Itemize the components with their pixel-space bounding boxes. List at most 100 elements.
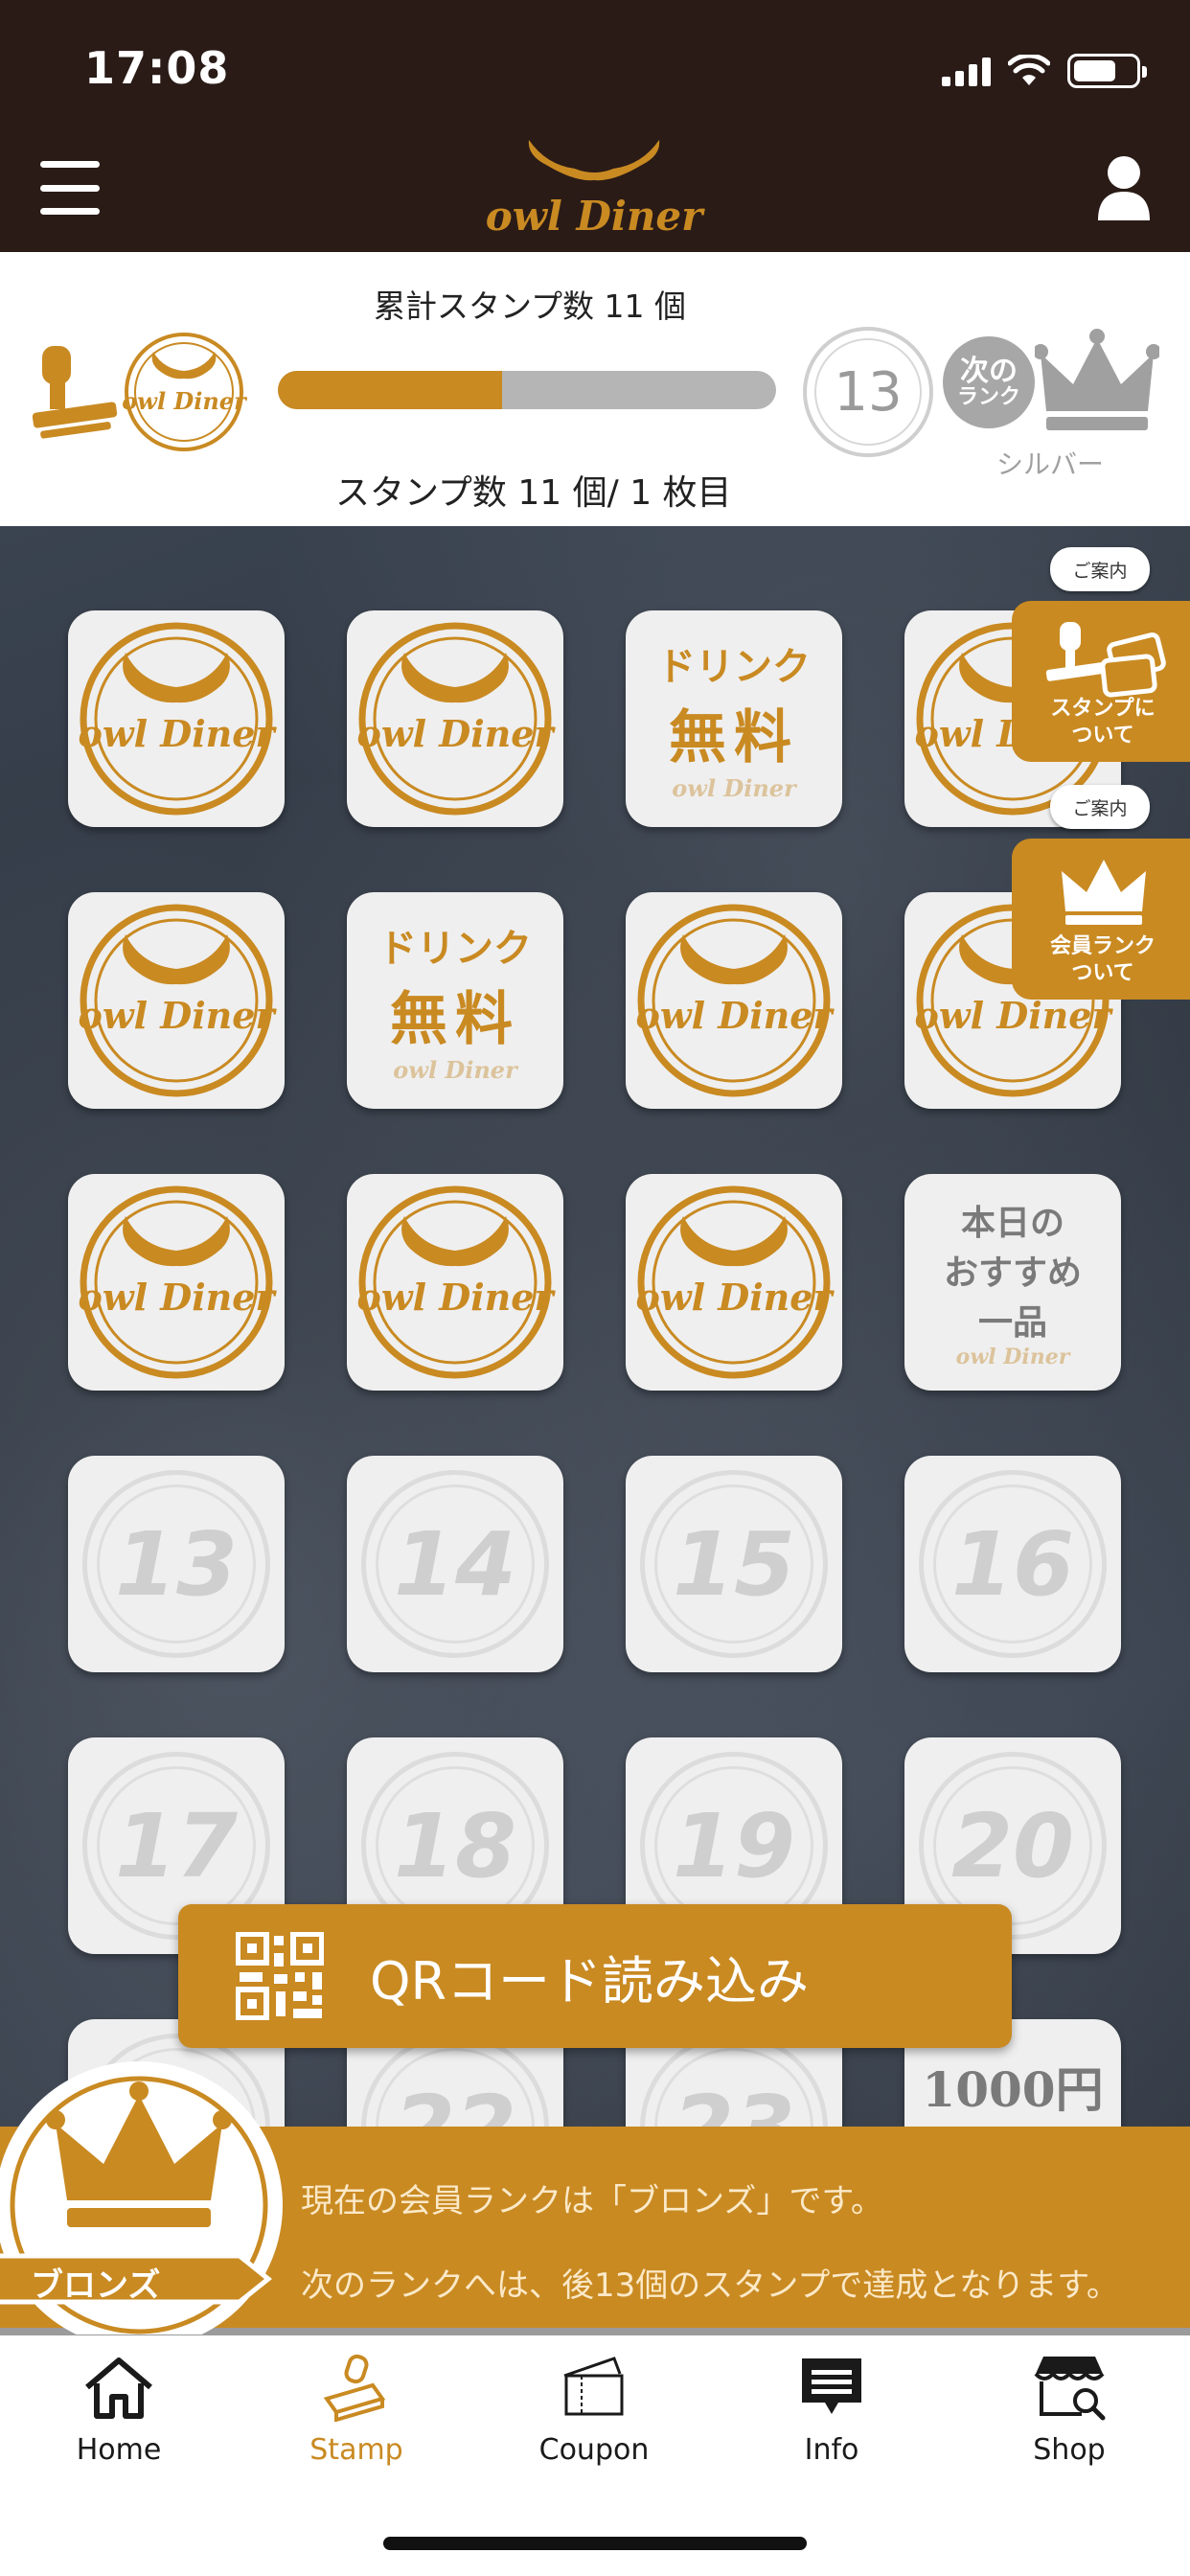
next-rank-stamp-count: 13 — [803, 327, 933, 457]
svg-text:owl Diner: owl Diner — [122, 387, 247, 415]
stamp-number: 15 — [672, 1512, 796, 1616]
svg-text:owl Diner: owl Diner — [79, 712, 277, 755]
stamp-slot: 16 — [904, 1456, 1121, 1672]
crown-icon — [1062, 860, 1146, 925]
rank-guide-label-line1: 会員ランク — [1049, 934, 1156, 958]
next-rank-badge: 次の ランク — [943, 336, 1035, 428]
stamp-guide-icon — [1045, 622, 1166, 698]
wifi-icon — [1008, 55, 1050, 85]
user-profile-icon[interactable] — [1096, 153, 1152, 222]
reward-line3: 一品 — [977, 1302, 1047, 1343]
next-rank-badge-line2: ランク — [956, 385, 1020, 410]
owl-diner-stamp-logo: owl Diner — [79, 1185, 277, 1379]
reward-stamp: 本日の おすすめ 一品 owl Diner — [904, 1174, 1121, 1391]
empty-stamp-number: 13 — [82, 1470, 270, 1658]
empty-stamp-number: 15 — [640, 1470, 828, 1658]
next-rank-count-value: 13 — [834, 360, 903, 424]
brand-logo: owl Diner — [122, 333, 247, 451]
tab-home[interactable]: Home — [33, 2353, 205, 2467]
rank-guide-label-line2: ついて — [1071, 960, 1134, 985]
next-rank-name: シルバー — [996, 448, 1105, 480]
owl-diner-stamp-logo: owl Diner — [357, 622, 556, 816]
next-rank-text: 次のランクへは、後13個のスタンプで達成となります。 — [301, 2266, 1119, 2305]
owl-diner-stamp-logo: owl Diner — [636, 1185, 835, 1379]
tab-coupon[interactable]: Coupon — [508, 2353, 680, 2467]
stamp-slot: 13 — [68, 1456, 285, 1672]
crown-icon — [1035, 329, 1159, 430]
reward-brand: owl Diner — [672, 774, 796, 802]
stamp-number: 17 — [114, 1794, 239, 1898]
rank-guide-button[interactable]: 会員ランク ついて — [1012, 839, 1190, 1000]
stamp-slot: owl Diner — [347, 610, 563, 827]
reward-brand: owl Diner — [955, 1345, 1070, 1369]
reward-line2: 無料 — [669, 704, 799, 771]
cellular-signal-icon — [942, 56, 991, 86]
stamp-summary-panel: 累計スタンプ数 11 個 owl Diner スタンプ数 11 個/ 1 枚目 … — [0, 252, 1190, 526]
reward-stamp: ドリンク 無料 owl Diner — [347, 892, 563, 1109]
stamp-guide-button[interactable]: スタンプに ついて — [1012, 601, 1190, 762]
guide-bubble: ご案内 — [1050, 785, 1150, 829]
stamp-number: 13 — [114, 1512, 239, 1616]
svg-text:owl Diner: owl Diner — [357, 1276, 556, 1319]
reward-line1: 本日の — [960, 1203, 1064, 1243]
status-icons — [942, 52, 1147, 90]
stamp-number: 14 — [393, 1512, 517, 1616]
qr-scan-button[interactable]: QRコード読み込み — [178, 1904, 1012, 2048]
stamp-count-label: スタンプ数 11 個/ 1 枚目 — [335, 473, 732, 513]
empty-stamp-number: 16 — [919, 1470, 1107, 1658]
app-header: 17:08 owl Diner — [0, 0, 1190, 252]
owl-diner-stamp-logo: owl Diner — [636, 904, 835, 1097]
info-icon — [802, 2358, 861, 2414]
tab-shop-label: Shop — [1033, 2433, 1106, 2467]
stamp-slot: 14 — [347, 1456, 563, 1672]
stamp-slot: owl Diner — [347, 1174, 563, 1391]
stamp-slot: ドリンク 無料 owl Diner — [347, 892, 563, 1109]
total-stamp-count: 累計スタンプ数 11 個 — [374, 288, 686, 325]
svg-text:owl Diner: owl Diner — [636, 994, 835, 1037]
menu-icon[interactable] — [40, 161, 100, 215]
stamp-guide-label-line1: スタンプに — [1050, 697, 1156, 721]
stamp-icon — [323, 2354, 386, 2422]
current-rank-text: 現在の会員ランクは「ブロンズ」です。 — [301, 2182, 883, 2220]
current-rank-name: ブロンズ — [31, 2266, 161, 2305]
reward-line1: ドリンク — [657, 644, 811, 689]
stamp-slot: owl Diner — [68, 892, 285, 1109]
stamp-guide-label-line2: ついて — [1071, 723, 1134, 748]
stamp-slot: owl Diner — [68, 1174, 285, 1391]
status-time: 17:08 — [84, 42, 230, 94]
reward-stamp: ドリンク 無料 owl Diner — [626, 610, 842, 827]
owl-diner-stamp-logo: owl Diner — [79, 622, 277, 816]
stamp-icon — [32, 346, 118, 439]
stamp-number: 19 — [672, 1794, 796, 1898]
guide-bubble: ご案内 — [1050, 547, 1150, 591]
tab-shop[interactable]: Shop — [983, 2353, 1156, 2467]
reward-line2: 無料 — [390, 986, 520, 1053]
qr-code-icon — [236, 1932, 324, 2020]
stamp-slot: 本日の おすすめ 一品 owl Diner — [904, 1174, 1121, 1391]
svg-text:owl Diner: owl Diner — [357, 712, 556, 755]
svg-text:owl Diner: owl Diner — [915, 994, 1113, 1037]
stamp-number: 18 — [393, 1794, 517, 1898]
owl-diner-stamp-logo: owl Diner — [79, 904, 277, 1097]
empty-stamp-number: 14 — [361, 1470, 549, 1658]
stamp-slot: ドリンク 無料 owl Diner — [626, 610, 842, 827]
stamp-number: 16 — [950, 1512, 1075, 1616]
battery-icon — [1067, 54, 1147, 88]
reward-line1: ドリンク — [378, 926, 532, 971]
svg-text:owl Diner: owl Diner — [79, 994, 277, 1037]
brand-logo: owl Diner — [486, 140, 705, 240]
svg-text:owl Diner: owl Diner — [486, 193, 705, 240]
reward-line2: おすすめ — [943, 1253, 1082, 1293]
coupon-icon — [563, 2357, 624, 2416]
qr-scan-label: QRコード読み込み — [370, 1950, 810, 2012]
tab-stamp[interactable]: Stamp — [270, 2353, 443, 2467]
next-rank-badge-line1: 次の — [960, 354, 1018, 388]
tab-info[interactable]: Info — [745, 2353, 918, 2467]
home-indicator — [383, 2537, 807, 2550]
owl-diner-stamp-logo: owl Diner — [357, 1185, 556, 1379]
stamp-progress-fill — [278, 371, 502, 409]
stamp-slot: 15 — [626, 1456, 842, 1672]
tab-stamp-label: Stamp — [309, 2433, 403, 2467]
stamp-slot: owl Diner — [626, 1174, 842, 1391]
svg-text:owl Diner: owl Diner — [79, 1276, 277, 1319]
